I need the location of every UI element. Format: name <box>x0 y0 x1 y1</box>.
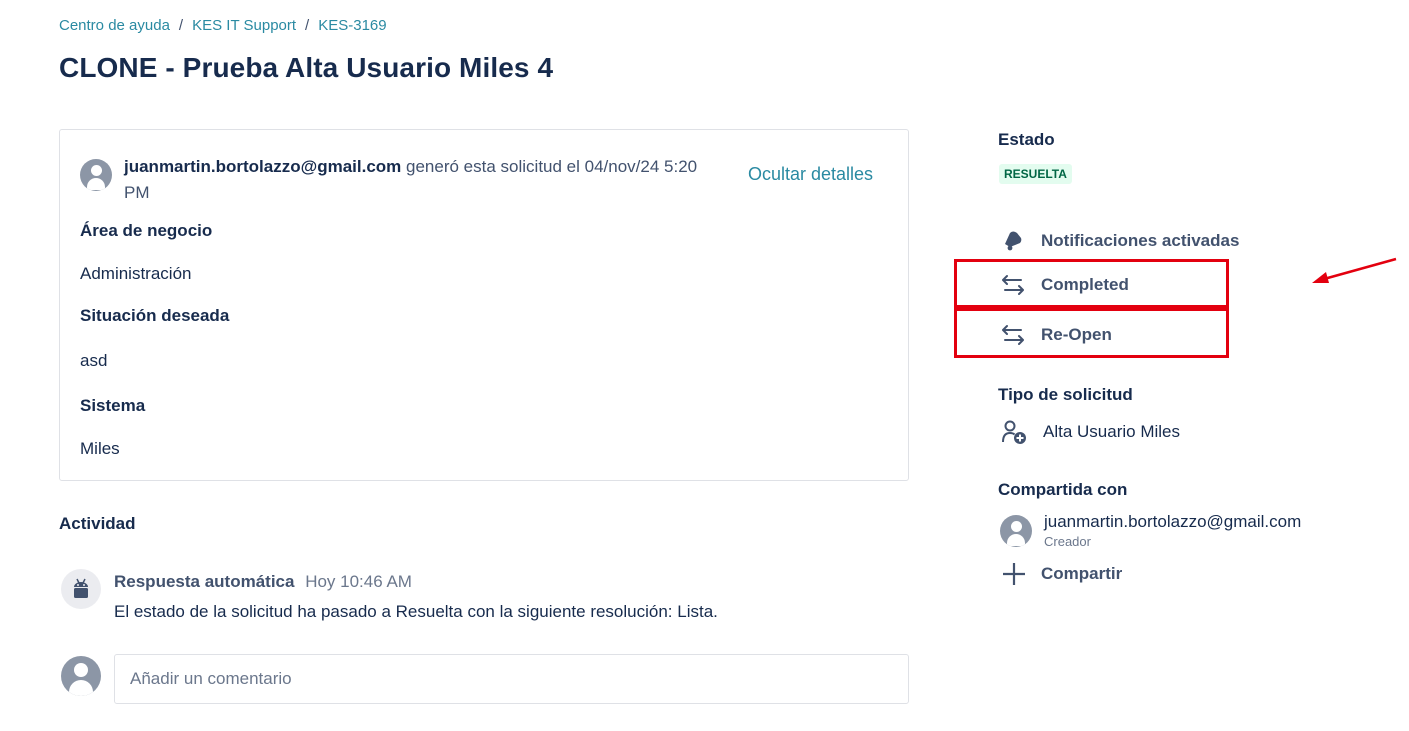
creator-email: juanmartin.bortolazzo@gmail.com <box>124 157 402 176</box>
share-label: Compartir <box>1041 564 1123 583</box>
hide-details-link[interactable]: Ocultar detalles <box>748 164 873 185</box>
request-details-card: juanmartin.bortolazzo@gmail.com generó e… <box>59 129 909 481</box>
field-value-business-area: Administración <box>80 264 192 283</box>
user-avatar-icon <box>1000 515 1032 547</box>
shared-with-label: Compartida con <box>998 480 1128 499</box>
breadcrumb: Centro de ayuda / KES IT Support / KES-3… <box>59 17 387 34</box>
request-creator-row: juanmartin.bortolazzo@gmail.com generó e… <box>80 154 720 206</box>
creator-text: juanmartin.bortolazzo@gmail.com generó e… <box>124 154 720 206</box>
notifications-toggle[interactable]: Notificaciones activadas <box>1001 229 1239 253</box>
request-type-row: Alta Usuario Miles <box>1001 419 1180 445</box>
user-add-icon <box>1002 420 1026 444</box>
shared-user: juanmartin.bortolazzo@gmail.com Creador <box>1000 512 1301 549</box>
breadcrumb-separator: / <box>178 17 184 34</box>
breadcrumb-help-center[interactable]: Centro de ayuda <box>59 17 170 34</box>
notifications-label: Notificaciones activadas <box>1041 231 1240 250</box>
breadcrumb-separator: / <box>305 17 310 34</box>
annotation-highlight-box <box>954 259 1229 308</box>
bell-icon <box>1005 231 1022 251</box>
annotation-arrow-icon <box>1312 257 1397 283</box>
activity-heading: Actividad <box>59 514 136 533</box>
field-value-system: Miles <box>80 439 120 458</box>
status-badge: RESUELTA <box>999 164 1072 184</box>
shared-user-role: Creador <box>1044 534 1091 549</box>
share-button[interactable]: Compartir <box>1001 561 1122 587</box>
page-title: CLONE - Prueba Alta Usuario Miles 4 <box>59 52 554 83</box>
activity-author: Respuesta automática <box>114 572 295 591</box>
activity-message: El estado de la solicitud ha pasado a Re… <box>114 602 718 621</box>
comment-input[interactable] <box>114 654 909 704</box>
field-label-business-area: Área de negocio <box>80 221 213 240</box>
request-type-value: Alta Usuario Miles <box>1043 422 1180 441</box>
shared-user-email: juanmartin.bortolazzo@gmail.com <box>1044 512 1302 531</box>
plus-icon <box>1003 563 1025 585</box>
request-type-label: Tipo de solicitud <box>998 385 1133 404</box>
breadcrumb-project[interactable]: KES IT Support <box>192 17 296 34</box>
activity-time: Hoy 10:46 AM <box>305 572 412 591</box>
field-label-desired-situation: Situación deseada <box>80 306 230 325</box>
user-avatar-icon <box>61 656 101 696</box>
field-value-desired-situation: asd <box>80 351 108 370</box>
breadcrumb-issue-key[interactable]: KES-3169 <box>318 17 386 34</box>
status-label: Estado <box>998 130 1055 149</box>
annotation-highlight-box <box>954 308 1229 358</box>
user-avatar-icon <box>80 159 112 191</box>
activity-entry: Respuesta automática Hoy 10:46 AM <box>114 572 412 592</box>
robot-icon <box>61 569 101 609</box>
field-label-system: Sistema <box>80 396 146 415</box>
